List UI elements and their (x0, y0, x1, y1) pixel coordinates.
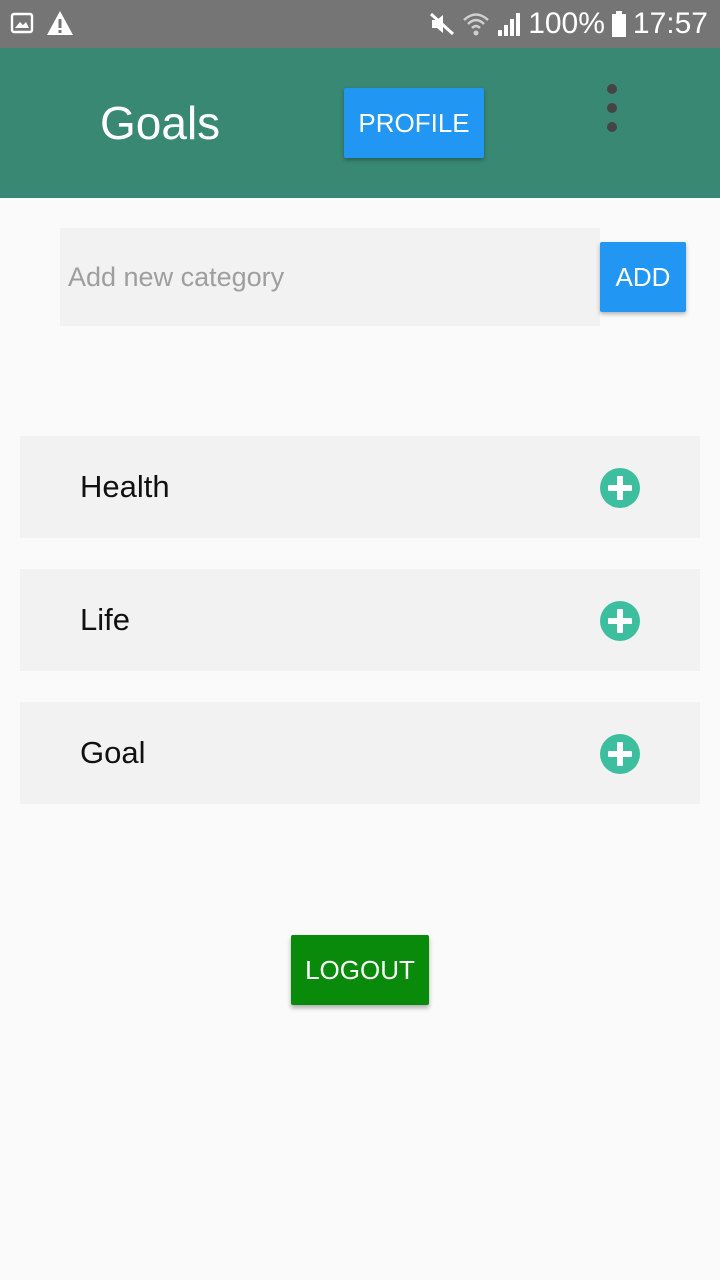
mute-icon (428, 10, 456, 38)
signal-icon (496, 10, 522, 38)
overflow-menu-icon[interactable] (596, 84, 628, 132)
category-item-goal[interactable]: Goal (20, 702, 700, 804)
add-goal-plus-icon[interactable] (600, 468, 640, 508)
category-item-life[interactable]: Life (20, 569, 700, 671)
battery-icon (611, 10, 627, 38)
category-label: Health (80, 469, 170, 504)
image-icon (10, 10, 34, 36)
status-time: 17:57 (632, 7, 708, 40)
logout-button[interactable]: LOGOUT (291, 935, 429, 1005)
page-title: Goals (100, 97, 221, 149)
warning-icon (46, 10, 74, 36)
add-goal-plus-icon[interactable] (600, 601, 640, 641)
battery-percent: 100% (528, 7, 605, 40)
add-category-button[interactable]: ADD (600, 242, 686, 312)
status-bar: 100% 17:57 (0, 0, 720, 48)
profile-button[interactable]: PROFILE (344, 88, 484, 158)
new-category-input[interactable] (60, 228, 600, 326)
add-goal-plus-icon[interactable] (600, 734, 640, 774)
wifi-icon (462, 10, 490, 38)
category-item-health[interactable]: Health (20, 436, 700, 538)
app-bar: Goals PROFILE (0, 48, 720, 198)
category-label: Goal (80, 735, 146, 770)
category-label: Life (80, 602, 130, 637)
